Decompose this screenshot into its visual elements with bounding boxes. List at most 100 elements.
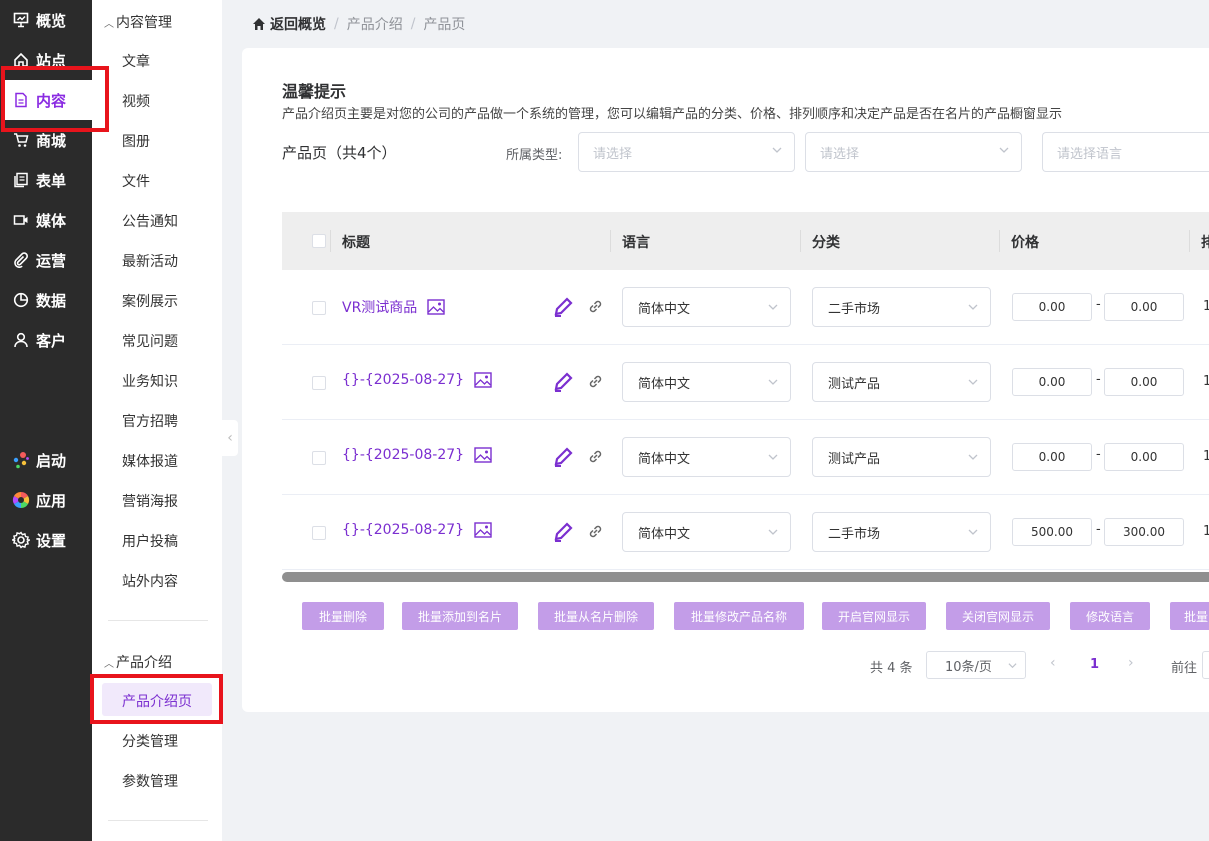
submenu-item-submissions[interactable]: 用户投稿 xyxy=(122,531,178,551)
submenu-item-category-management[interactable]: 分类管理 xyxy=(122,731,178,751)
pie-chart-icon xyxy=(12,291,30,309)
row-checkbox[interactable] xyxy=(312,301,326,315)
product-title-link[interactable]: VR测试商品 xyxy=(342,297,446,317)
prev-page-button[interactable]: ‹ xyxy=(1050,655,1056,671)
batch-delete-button[interactable]: 批量删除 xyxy=(302,602,384,630)
submenu-group-content-management[interactable]: ︿ 内容管理 xyxy=(104,12,172,32)
breadcrumb-back-overview[interactable]: 返回概览 xyxy=(252,14,326,34)
submenu-item-parameter-management[interactable]: 参数管理 xyxy=(122,771,178,791)
batch-add-to-card-button[interactable]: 批量添加到名片 xyxy=(402,602,518,630)
page-number-current[interactable]: 1 xyxy=(1090,657,1099,672)
edit-pencil-icon[interactable] xyxy=(552,521,574,543)
nav-item-form[interactable]: 表单 xyxy=(12,168,66,192)
submenu-item-notices[interactable]: 公告通知 xyxy=(122,211,178,231)
language-select[interactable]: 请选择语言 xyxy=(1042,132,1209,172)
row-checkbox[interactable] xyxy=(312,376,326,390)
chevron-up-icon: ︿ xyxy=(104,18,114,30)
price-min-input[interactable]: 0.00 xyxy=(1012,368,1092,396)
change-language-button[interactable]: 修改语言 xyxy=(1070,602,1150,630)
product-title-link[interactable]: {}-{2025-08-27} xyxy=(342,372,492,388)
row-language-select[interactable]: 简体中文 xyxy=(622,512,791,552)
disable-website-display-button[interactable]: 关闭官网显示 xyxy=(946,602,1050,630)
submenu-item-knowledge[interactable]: 业务知识 xyxy=(122,371,178,391)
nav-item-label: 启动 xyxy=(36,451,67,470)
image-icon[interactable] xyxy=(474,522,492,538)
price-max-input[interactable]: 0.00 xyxy=(1104,293,1184,321)
price-min-input[interactable]: 0.00 xyxy=(1012,443,1092,471)
collapse-sidebar-button[interactable]: ‹ xyxy=(222,420,238,456)
video-icon xyxy=(12,211,30,229)
submenu-item-media-reports[interactable]: 媒体报道 xyxy=(122,451,178,471)
cart-icon xyxy=(12,131,30,149)
edit-pencil-icon[interactable] xyxy=(552,371,574,393)
submenu-item-files[interactable]: 文件 xyxy=(122,171,150,191)
page-title: 产品页（共4个） xyxy=(282,144,397,162)
next-page-button[interactable]: › xyxy=(1128,655,1134,671)
submenu-item-recruitment[interactable]: 官方招聘 xyxy=(122,411,178,431)
row-checkbox[interactable] xyxy=(312,526,326,540)
nav-item-settings[interactable]: 设置 xyxy=(12,528,66,552)
nav-item-apps[interactable]: 应用 xyxy=(12,488,66,512)
row-language-select[interactable]: 简体中文 xyxy=(622,287,791,327)
row-checkbox[interactable] xyxy=(312,451,326,465)
submenu-item-albums[interactable]: 图册 xyxy=(122,131,150,151)
enable-website-display-button[interactable]: 开启官网显示 xyxy=(822,602,926,630)
price-max-input[interactable]: 0.00 xyxy=(1104,443,1184,471)
batch-rename-button[interactable]: 批量修改产品名称 xyxy=(674,602,804,630)
nav-item-data[interactable]: 数据 xyxy=(12,288,66,312)
link-icon[interactable] xyxy=(587,448,604,465)
nav-item-media[interactable]: 媒体 xyxy=(12,208,66,232)
product-title-link[interactable]: {}-{2025-08-27} xyxy=(342,447,492,463)
page-size-select[interactable]: 10条/页 xyxy=(926,651,1026,679)
batch-more-button[interactable]: 批量 xyxy=(1170,602,1209,630)
chevron-down-icon xyxy=(968,304,978,310)
sort-value[interactable]: 1 xyxy=(1203,449,1209,464)
batch-remove-from-card-button[interactable]: 批量从名片删除 xyxy=(538,602,654,630)
type-select[interactable]: 请选择 xyxy=(578,132,795,172)
submenu-item-articles[interactable]: 文章 xyxy=(122,51,150,71)
submenu-item-videos[interactable]: 视频 xyxy=(122,91,150,111)
horizontal-scrollbar[interactable] xyxy=(282,572,1209,582)
row-language-select[interactable]: 简体中文 xyxy=(622,437,791,477)
submenu-item-external[interactable]: 站外内容 xyxy=(122,571,178,591)
sort-value[interactable]: 1 xyxy=(1203,299,1209,314)
sort-value[interactable]: 1 xyxy=(1203,524,1209,539)
link-icon[interactable] xyxy=(587,298,604,315)
submenu-item-posters[interactable]: 营销海报 xyxy=(122,491,178,511)
goto-page-input[interactable] xyxy=(1202,651,1209,679)
price-min-input[interactable]: 0.00 xyxy=(1012,293,1092,321)
price-min-input[interactable]: 500.00 xyxy=(1012,518,1092,546)
sort-value[interactable]: 1 xyxy=(1203,374,1209,389)
row-category-select[interactable]: 二手市场 xyxy=(812,512,991,552)
edit-pencil-icon[interactable] xyxy=(552,446,574,468)
submenu-item-cases[interactable]: 案例展示 xyxy=(122,291,178,311)
product-title-link[interactable]: {}-{2025-08-27} xyxy=(342,522,492,538)
submenu-group-product-intro[interactable]: ︿ 产品介绍 xyxy=(104,652,172,672)
row-category-select[interactable]: 二手市场 xyxy=(812,287,991,327)
nav-item-customer[interactable]: 客户 xyxy=(12,328,66,352)
row-category-select[interactable]: 测试产品 xyxy=(812,362,991,402)
breadcrumb-level1[interactable]: 产品介绍 xyxy=(347,14,403,34)
edit-pencil-icon[interactable] xyxy=(552,296,574,318)
image-icon[interactable] xyxy=(474,447,492,463)
form-icon xyxy=(12,171,30,189)
nav-item-operations[interactable]: 运营 xyxy=(12,248,66,272)
link-icon[interactable] xyxy=(587,373,604,390)
image-icon[interactable] xyxy=(474,372,492,388)
column-header-sort: 排 xyxy=(1201,235,1209,251)
apps-wheel-icon xyxy=(12,491,30,509)
image-icon[interactable] xyxy=(427,299,446,315)
price-max-input[interactable]: 300.00 xyxy=(1104,518,1184,546)
category-select[interactable]: 请选择 xyxy=(805,132,1022,172)
nav-item-overview[interactable]: 概览 xyxy=(12,8,66,32)
link-icon[interactable] xyxy=(587,523,604,540)
select-all-checkbox[interactable] xyxy=(312,234,326,248)
price-max-input[interactable]: 0.00 xyxy=(1104,368,1184,396)
row-category-select[interactable]: 测试产品 xyxy=(812,437,991,477)
submenu-item-activities[interactable]: 最新活动 xyxy=(122,251,178,271)
row-language-select[interactable]: 简体中文 xyxy=(622,362,791,402)
nav-item-launch[interactable]: 启动 xyxy=(12,448,66,472)
pagination-total: 共 4 条 xyxy=(870,661,913,676)
paperclip-icon xyxy=(12,251,30,269)
submenu-item-faq[interactable]: 常见问题 xyxy=(122,331,178,351)
